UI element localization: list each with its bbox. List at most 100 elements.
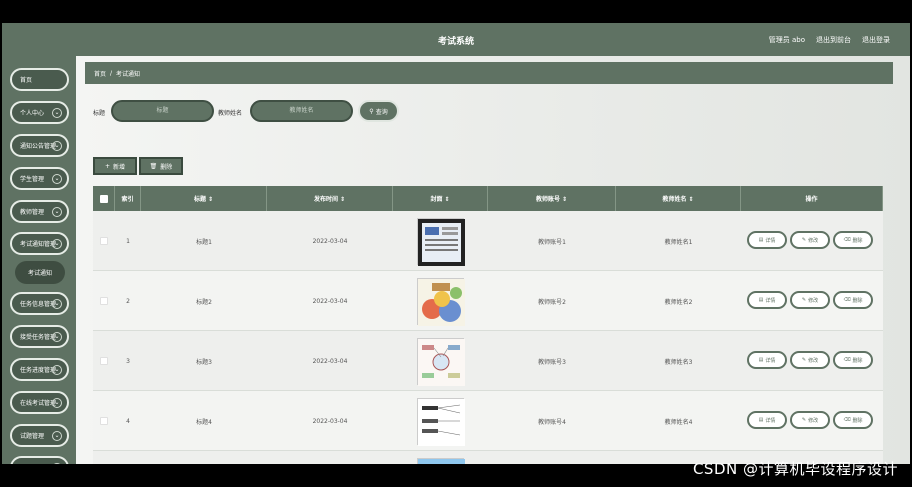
logout-link[interactable]: 退出登录 <box>862 35 890 45</box>
edit-button[interactable]: ✎ 修改 <box>790 411 830 429</box>
plus-icon: + <box>104 162 110 170</box>
select-all-checkbox[interactable] <box>99 194 108 203</box>
sidebar: 首页 个人中心 ⌄ 通知公告管理 ⌄ 学生管理 ⌄ 教师管理 ⌄ 考试通知管理 ⌄ 考试通知 任务信息管… <box>2 56 76 464</box>
bulk-delete-button-label: 删除 <box>160 163 173 171</box>
add-button-label: 新增 <box>113 163 126 171</box>
sidebar-item[interactable]: 通知公告管理 ⌄ <box>10 134 69 157</box>
table-row: 4 标题4 2022-03-04 教师账号4 教师姓名4 ▤ 详情 ✎ 修改 ⌫ 删除 <box>93 391 883 451</box>
search-bar: 标题 标题 教师姓名 教师姓名 ⚲ 查询 <box>76 100 910 124</box>
trash-icon: 🗑 <box>149 162 158 170</box>
column-header: 索引 <box>115 186 141 211</box>
row-checkbox[interactable] <box>100 417 108 425</box>
row-teacher-account: 教师账号1 <box>538 238 566 246</box>
sidebar-item[interactable]: 任务进度管理 ⌄ <box>10 358 69 381</box>
chevron-down-icon: ⌄ <box>52 239 62 249</box>
sidebar-item[interactable]: 任务信息管理 ⌄ <box>10 292 69 315</box>
sidebar-item[interactable]: 试题管理 ⌄ <box>10 424 69 447</box>
row-select-cell <box>93 271 115 331</box>
chevron-down-icon: ⌄ <box>52 299 62 309</box>
sidebar-item-label: 任务进度管理 <box>20 367 57 374</box>
column-header: 操作 <box>741 186 883 211</box>
row-teacher-name: 教师姓名2 <box>664 298 693 306</box>
row-teacher-account: 教师账号3 <box>538 358 566 366</box>
pencil-icon: ✎ <box>801 297 807 303</box>
sidebar-item-label: 任务信息管理 <box>20 301 57 308</box>
detail-button-label: 详情 <box>765 297 776 304</box>
row-actions: ▤详情✎修改⌫删除 <box>741 271 883 331</box>
row-teacher-name: 教师姓名3 <box>664 358 693 366</box>
query-button[interactable]: ⚲ 查询 <box>358 100 399 122</box>
sidebar-item[interactable]: 首页 <box>10 68 69 91</box>
row-select-cell <box>93 331 115 391</box>
sidebar-item[interactable]: 考试通知管理 ⌄ <box>10 232 69 255</box>
edit-button[interactable]: ✎ 修改 <box>790 291 830 309</box>
edit-button[interactable]: ✎ 修改 <box>790 231 830 249</box>
row-checkbox[interactable] <box>100 297 108 305</box>
sidebar-item-label: 个人中心 <box>20 110 45 117</box>
top-right-links: 管理员 abo 退出到前台 退出登录 <box>769 35 890 45</box>
detail-button[interactable]: ▤ 详情 <box>747 291 787 309</box>
cover-thumbnail[interactable] <box>417 457 465 464</box>
sidebar-item[interactable]: 教师管理 ⌄ <box>10 200 69 223</box>
table-header: 索引 标题 ⇕ 发布时间 ⇕ 封面 ⇕ 教师账号 ⇕ 教师姓名 ⇕ 操作 <box>93 186 883 211</box>
delete-button[interactable]: ⌫ 删除 <box>833 411 873 429</box>
sidebar-item[interactable]: 个人中心 ⌄ <box>10 101 69 124</box>
row-index: 1 <box>126 237 130 245</box>
chevron-down-icon: ⌄ <box>52 108 62 118</box>
trash-icon: ⌫ <box>843 417 851 423</box>
select-all-header[interactable] <box>93 186 115 211</box>
search-icon: ⚲ <box>369 107 374 115</box>
row-checkbox[interactable] <box>100 357 108 365</box>
delete-button[interactable]: ⌫ 删除 <box>833 291 873 309</box>
edit-button-label: 修改 <box>808 297 819 304</box>
row-date: 2022-03-04 <box>267 451 393 464</box>
cover-thumbnail[interactable] <box>417 277 465 326</box>
sidebar-item[interactable]: 在线考试管理 ⌄ <box>10 391 69 414</box>
sidebar-item[interactable]: 学生管理 ⌄ <box>10 167 69 190</box>
cover-thumbnail[interactable] <box>417 397 465 446</box>
title-search-input[interactable]: 标题 <box>111 100 214 122</box>
row-teacher-account: 教师账号2 <box>538 298 566 306</box>
bulk-delete-button[interactable]: 🗑 删除 <box>139 157 183 175</box>
chevron-down-icon: ⌄ <box>52 398 62 408</box>
row-teacher-account: 教师账号4 <box>538 418 566 426</box>
app-window: 考试系统 管理员 abo 退出到前台 退出登录 首页 个人中心 ⌄ 通知公告管理 ⌄ 学生… <box>2 23 910 464</box>
row-checkbox[interactable] <box>100 237 108 245</box>
detail-button[interactable]: ▤ 详情 <box>747 411 787 429</box>
detail-button[interactable]: ▤ 详情 <box>747 231 787 249</box>
pencil-icon: ✎ <box>801 417 807 423</box>
sidebar-item-label: 通知公告管理 <box>20 143 57 150</box>
row-date: 2022-03-04 <box>312 417 348 425</box>
delete-button[interactable]: ⌫ 删除 <box>833 351 873 369</box>
pencil-icon: ✎ <box>801 237 807 243</box>
teacher-name-search-input[interactable]: 教师姓名 <box>250 100 353 122</box>
back-to-front-link[interactable]: 退出到前台 <box>816 35 851 45</box>
row-index: 4 <box>126 417 130 425</box>
teacher-name-label: 教师姓名 <box>218 110 243 117</box>
breadcrumb-current: 考试通知 <box>116 70 141 78</box>
detail-button[interactable]: ▤ 详情 <box>747 351 787 369</box>
row-index: 2 <box>126 297 130 305</box>
row-teacher-name: 教师姓名4 <box>664 418 693 426</box>
cover-thumbnail[interactable] <box>417 217 465 266</box>
breadcrumb-home[interactable]: 首页 <box>94 69 106 78</box>
edit-button-label: 修改 <box>808 357 819 364</box>
sidebar-item[interactable]: 考试通知 <box>15 261 65 284</box>
table-row: 3 标题3 2022-03-04 教师账号3 教师姓名3 ▤ 详情 ✎ 修改 ⌫ 删除 <box>93 331 883 391</box>
sidebar-item[interactable]: 接受任务管理 ⌄ <box>10 325 69 348</box>
sidebar-item[interactable]: 系统管理 ⌄ <box>10 456 69 464</box>
delete-button[interactable]: ⌫ 删除 <box>833 231 873 249</box>
chevron-down-icon: ⌄ <box>52 365 62 375</box>
delete-button-label: 删除 <box>852 297 863 304</box>
document-icon: ▤ <box>758 237 764 243</box>
row-cover <box>393 451 488 464</box>
cover-thumbnail[interactable] <box>417 337 465 386</box>
edit-button[interactable]: ✎ 修改 <box>790 351 830 369</box>
row-select-cell <box>93 211 115 271</box>
add-button[interactable]: + 新增 <box>93 157 137 175</box>
row-date: 2022-03-04 <box>312 237 348 245</box>
sidebar-item-label: 学生管理 <box>20 176 45 183</box>
watermark-text: CSDN @计算机毕设程序设计 <box>692 460 898 478</box>
row-actions: ▤详情✎修改⌫删除 <box>741 331 883 391</box>
edit-button-label: 修改 <box>808 237 819 244</box>
